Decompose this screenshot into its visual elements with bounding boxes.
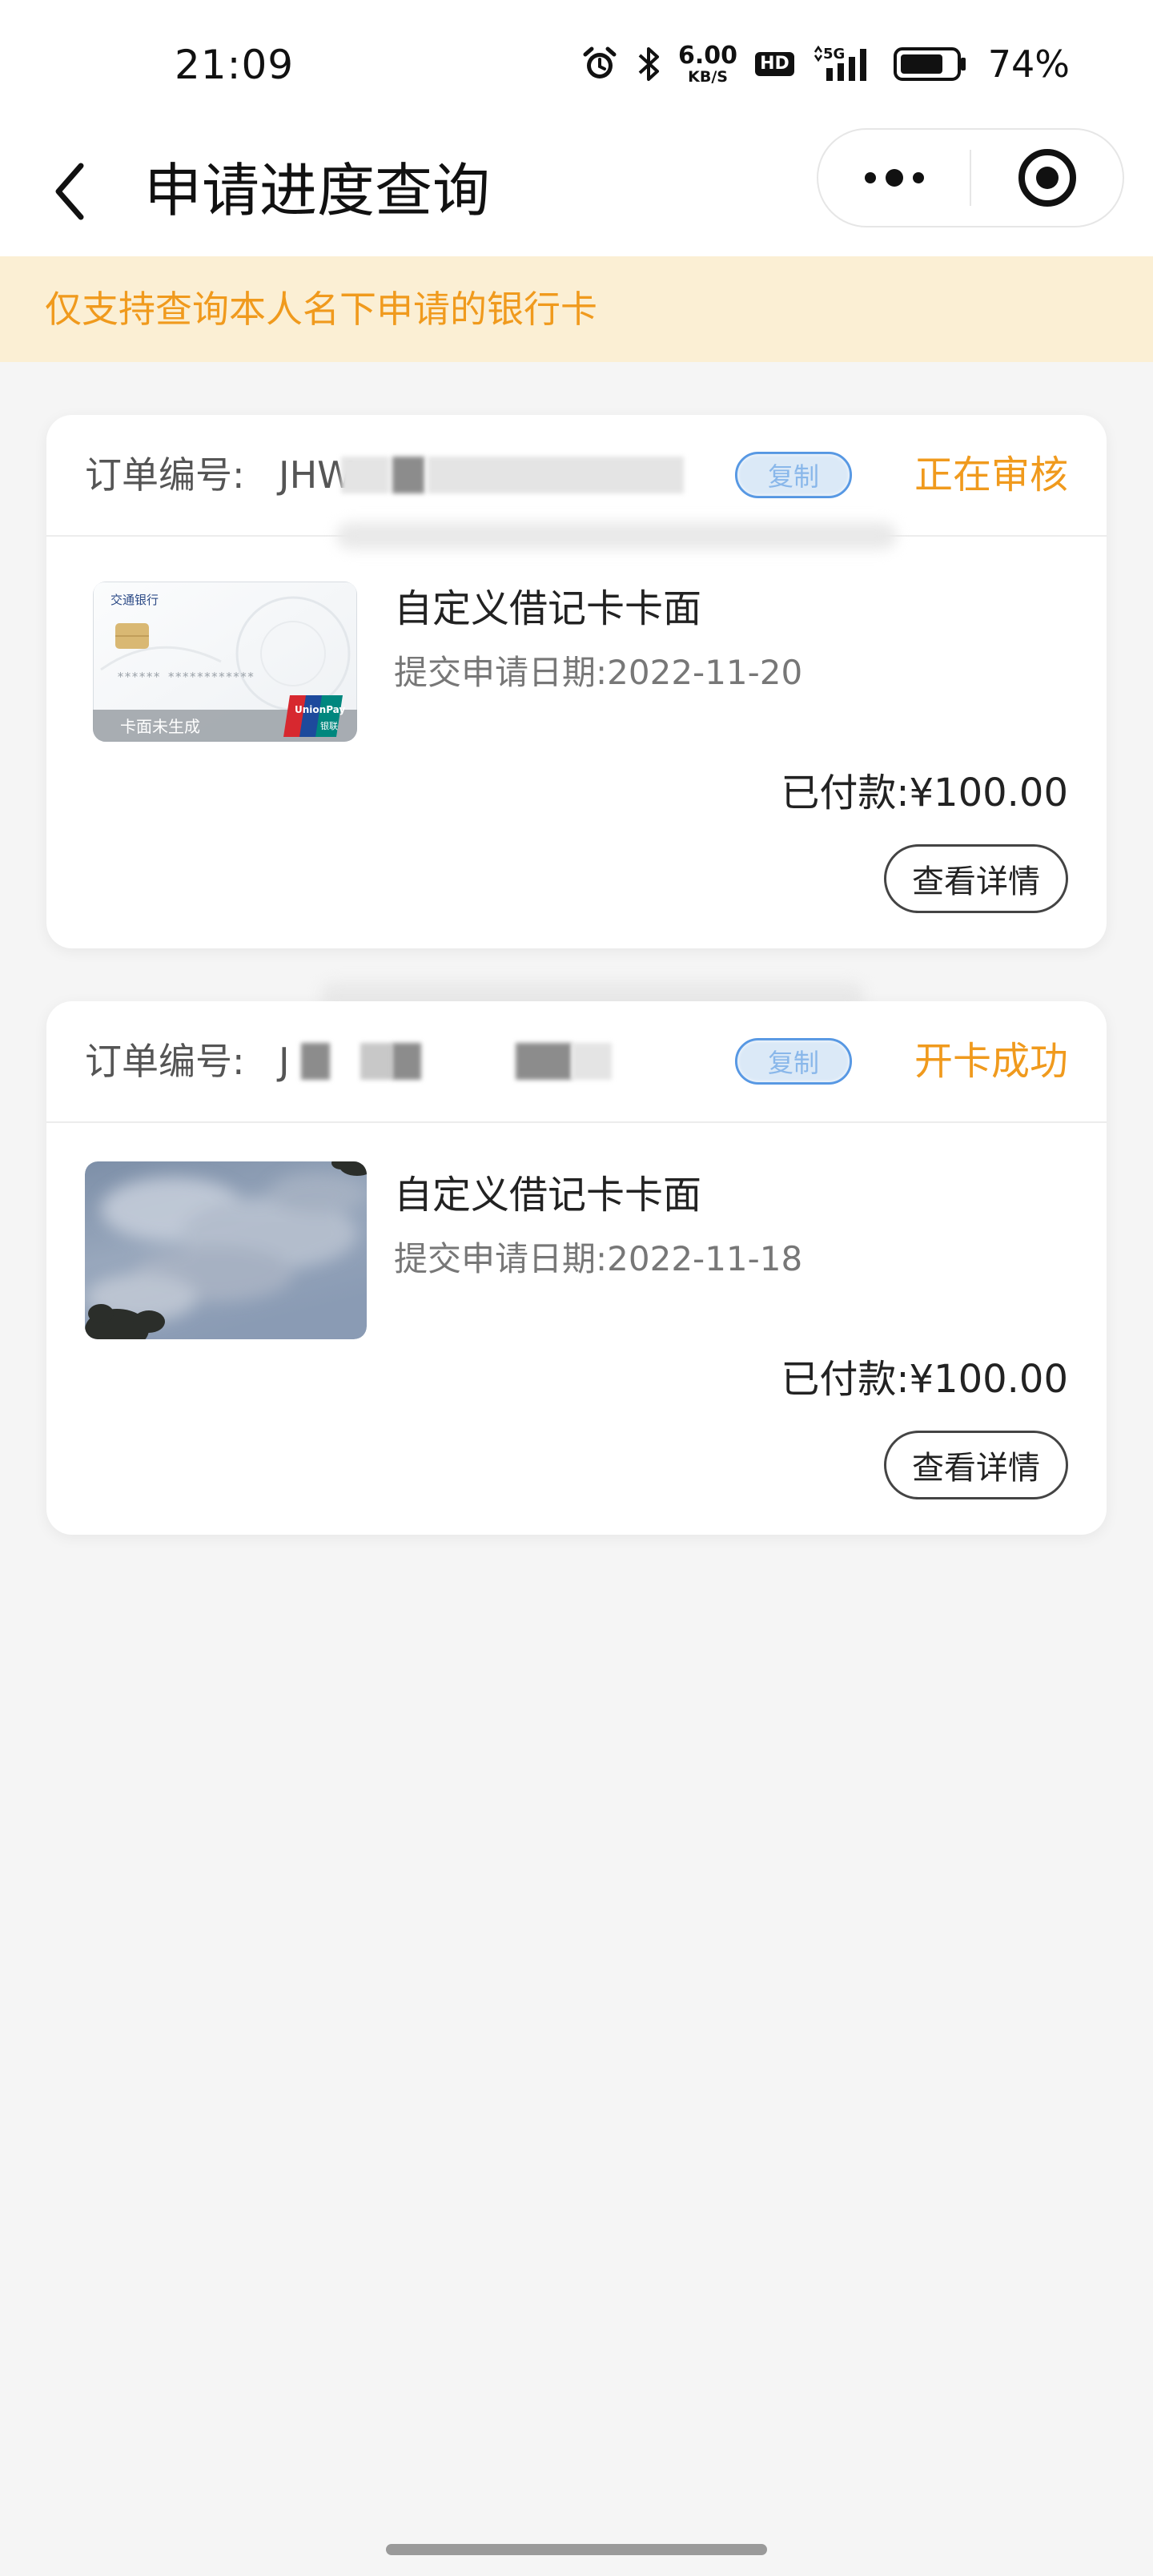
nav-bar: 申请进度查询 xyxy=(0,128,1153,256)
order-number-label: 订单编号: xyxy=(85,1040,245,1083)
notice-text: 仅支持查询本人名下申请的银行卡 xyxy=(45,288,597,331)
redacted-order-number xyxy=(516,1043,572,1080)
status-bar: 21:09 6.00 KB/S HD 5G 74% xyxy=(0,0,1153,128)
redacted-order-number xyxy=(392,457,424,493)
product-title: 自定义借记卡卡面 xyxy=(394,586,702,631)
battery-icon xyxy=(893,47,966,81)
order-header: 订单编号: J 复制 开卡成功 xyxy=(46,1001,1107,1123)
paid-amount: 已付款:¥100.00 xyxy=(781,771,1068,815)
status-time: 21:09 xyxy=(175,42,295,88)
blurred-area xyxy=(336,522,897,549)
order-number-label: 订单编号: xyxy=(85,453,245,497)
back-arrow-icon xyxy=(55,163,84,220)
submit-date: 提交申请日期:2022-11-18 xyxy=(394,1239,803,1278)
redacted-order-number xyxy=(301,1043,330,1080)
redacted-order-number xyxy=(392,1043,421,1080)
signal-icon: 5G xyxy=(814,45,866,81)
page-title: 申请进度查询 xyxy=(144,157,491,224)
product-title: 自定义借记卡卡面 xyxy=(394,1173,702,1218)
paid-amount: 已付款:¥100.00 xyxy=(781,1357,1068,1402)
unionpay-logo-icon: UnionPay 银联 xyxy=(283,695,345,737)
order-number: J xyxy=(279,1040,290,1083)
bluetooth-icon xyxy=(638,47,660,81)
network-speed: 6.00 KB/S xyxy=(678,41,738,86)
speed-value: 6.00 xyxy=(678,41,738,70)
miniapp-capsule xyxy=(817,128,1124,227)
target-circle-icon xyxy=(1018,149,1076,207)
bank-name: 交通银行 xyxy=(110,593,159,607)
network-label-graphic: 5G xyxy=(823,46,845,62)
card-face-thumbnail: 交通银行 ****** ************ 卡面未生成 UnionPay … xyxy=(93,582,357,742)
card-number-masked: ****** ************ xyxy=(117,670,255,684)
card-face-photo xyxy=(85,1161,367,1339)
card-face-caption: 卡面未生成 xyxy=(120,717,200,736)
unionpay-label: UnionPay xyxy=(295,704,345,715)
copy-order-number-button[interactable]: 复制 xyxy=(735,452,852,498)
redacted-order-number xyxy=(360,1043,392,1080)
notice-bar: 仅支持查询本人名下申请的银行卡 xyxy=(0,256,1153,362)
view-details-button[interactable]: 查看详情 xyxy=(884,844,1068,913)
order-card: 订单编号: J 复制 开卡成功 自定义借记卡卡面 提交申请日期:2022-11-… xyxy=(46,1001,1107,1535)
status-icons: 6.00 KB/S HD 5G 74% xyxy=(581,40,1070,88)
copy-order-number-button[interactable]: 复制 xyxy=(735,1038,852,1085)
hd-badge: HD xyxy=(755,52,794,76)
more-button[interactable] xyxy=(818,130,970,226)
close-miniapp-button[interactable] xyxy=(971,130,1123,226)
unionpay-sub-label: 银联 xyxy=(320,720,338,731)
order-card: 订单编号: JHW 复制 正在审核 交通银行 ****** **********… xyxy=(46,415,1107,948)
alarm-icon xyxy=(583,46,617,78)
more-dots-icon xyxy=(864,169,924,187)
speed-unit: KB/S xyxy=(688,67,728,86)
redacted-order-number xyxy=(428,457,684,493)
submit-date: 提交申请日期:2022-11-20 xyxy=(394,653,803,692)
redacted-order-number xyxy=(572,1043,612,1080)
order-status: 开卡成功 xyxy=(914,1039,1068,1084)
order-status: 正在审核 xyxy=(914,453,1068,497)
view-details-button[interactable]: 查看详情 xyxy=(884,1431,1068,1499)
home-indicator xyxy=(386,2544,767,2555)
back-button[interactable] xyxy=(45,155,93,227)
order-header: 订单编号: JHW 复制 正在审核 xyxy=(46,415,1107,537)
redacted-order-number xyxy=(341,457,389,493)
battery-percent: 74% xyxy=(987,42,1070,86)
